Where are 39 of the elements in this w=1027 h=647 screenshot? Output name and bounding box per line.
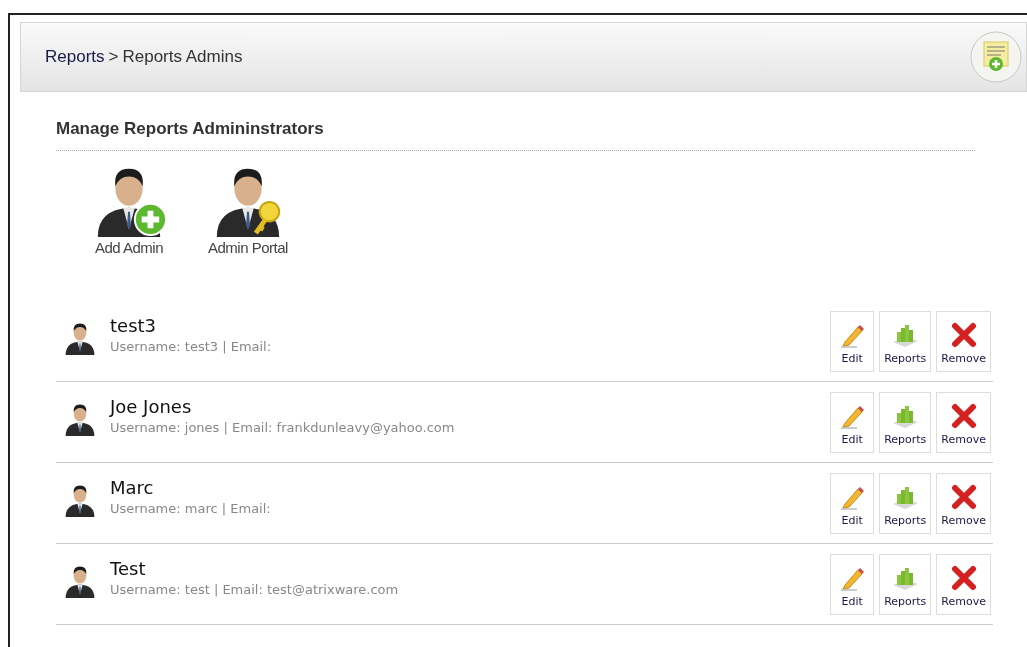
pencil-icon <box>839 565 866 591</box>
admin-name: Joe Jones <box>110 396 193 419</box>
admin-name: Marc <box>110 477 155 500</box>
row-action-button[interactable]: Reports <box>879 310 932 372</box>
row-action-button[interactable]: Remove <box>936 553 991 615</box>
pencil-icon <box>839 322 866 348</box>
close-icon <box>950 565 977 591</box>
bar-chart-icon <box>891 565 920 591</box>
row-action-button[interactable]: Remove <box>936 391 991 453</box>
section-title: Manage Reports Admininstrators <box>56 116 975 151</box>
action-button[interactable]: Admin Portal <box>208 158 288 259</box>
row-action-button[interactable]: Reports <box>879 391 932 453</box>
row-action-button[interactable]: Edit <box>830 391 875 453</box>
admin-name: test3 <box>110 315 158 338</box>
row-action-button[interactable]: Remove <box>936 472 991 534</box>
bar-chart-icon <box>891 403 920 429</box>
row-action-button[interactable]: Edit <box>830 553 875 615</box>
row-action-button[interactable]: Reports <box>879 553 932 615</box>
admin-details: Username: jones | Email: frankdunleavy@yahoo.com <box>110 419 455 438</box>
admin-name: Test <box>110 558 147 581</box>
breadcrumb-current: Reports Admins <box>122 46 243 69</box>
close-icon <box>950 403 977 429</box>
row-action-button[interactable]: Edit <box>830 472 875 534</box>
row-action-button[interactable]: Remove <box>936 310 991 372</box>
close-icon <box>950 484 977 510</box>
bar-chart-icon <box>891 322 920 348</box>
pencil-icon <box>839 403 866 429</box>
row-action-button[interactable]: Reports <box>879 472 932 534</box>
admin-details: Username: test | Email: test@atrixware.com <box>110 581 399 600</box>
admin-details: Username: marc | Email: <box>110 500 271 519</box>
breadcrumb-link[interactable]: Reports <box>45 44 105 70</box>
close-icon <box>950 322 977 348</box>
bar-chart-icon <box>891 484 920 510</box>
row-action-button[interactable]: Edit <box>830 310 875 372</box>
breadcrumb-separator: > <box>108 46 119 69</box>
note-add-icon[interactable] <box>970 31 1022 83</box>
action-button[interactable]: Add Admin <box>90 158 168 259</box>
pencil-icon <box>839 484 866 510</box>
admin-details: Username: test3 | Email: <box>110 338 272 357</box>
